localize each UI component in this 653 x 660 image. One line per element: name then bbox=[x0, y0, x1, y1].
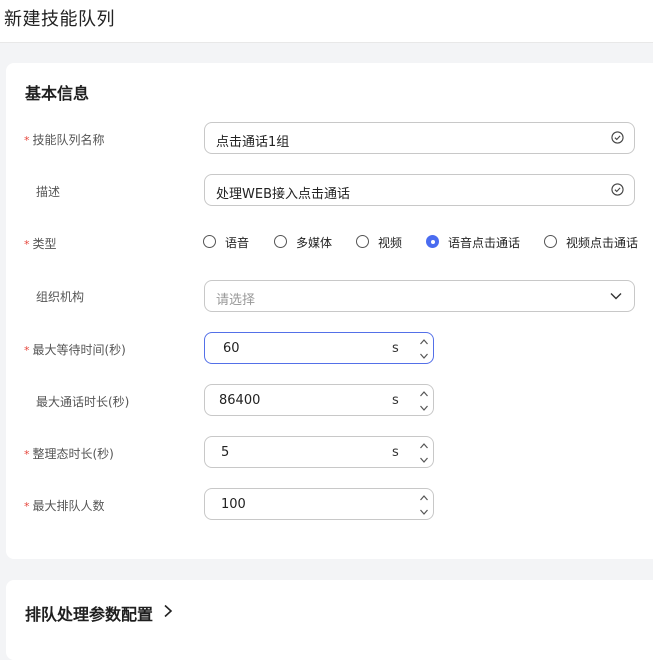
queue-config-title[interactable]: 排队处理参数配置 bbox=[25, 601, 153, 625]
caret-down-icon[interactable] bbox=[418, 402, 430, 414]
description-input[interactable]: 处理WEB接入点击通话 bbox=[204, 174, 635, 206]
chevron-right-icon[interactable] bbox=[162, 604, 174, 618]
org-label: 组织机构 bbox=[36, 290, 85, 304]
max-wait-unit: s bbox=[392, 341, 399, 356]
radio-circle bbox=[356, 235, 369, 248]
description-value: 处理WEB接入点击通话 bbox=[216, 187, 350, 202]
queue-name-label: * 技能队列名称 bbox=[24, 133, 105, 147]
wrapup-value: 5 bbox=[221, 445, 230, 460]
max-wait-input[interactable]: 60 s bbox=[204, 332, 434, 364]
basic-info-title: 基本信息 bbox=[25, 84, 90, 103]
required-marker: * bbox=[24, 344, 30, 357]
caret-down-icon[interactable] bbox=[418, 506, 430, 518]
chevron-down-icon bbox=[610, 293, 622, 300]
caret-up-icon[interactable] bbox=[418, 440, 430, 452]
max-wait-stepper bbox=[418, 335, 430, 363]
check-circle-icon bbox=[611, 183, 624, 196]
required-marker: * bbox=[24, 448, 30, 461]
radio-circle bbox=[544, 235, 557, 248]
radio-circle bbox=[274, 235, 287, 248]
org-select[interactable]: 请选择 bbox=[204, 280, 635, 312]
caret-down-icon[interactable] bbox=[418, 454, 430, 466]
queue-name-input[interactable]: 点击通话1组 bbox=[204, 122, 635, 154]
check-circle-icon bbox=[611, 131, 624, 144]
wrapup-unit: s bbox=[392, 445, 399, 460]
max-wait-label: * 最大等待时间(秒) bbox=[24, 343, 126, 357]
wrapup-stepper bbox=[418, 439, 430, 467]
radio-circle-selected bbox=[426, 235, 439, 248]
max-call-unit: s bbox=[392, 393, 399, 408]
caret-up-icon[interactable] bbox=[418, 492, 430, 504]
max-call-value: 86400 bbox=[219, 393, 261, 408]
org-placeholder: 请选择 bbox=[216, 293, 256, 308]
queue-name-value: 点击通话1组 bbox=[216, 135, 290, 150]
page-title: 新建技能队列 bbox=[4, 9, 115, 30]
max-queue-stepper bbox=[418, 491, 430, 519]
wrapup-label: * 整理态时长(秒) bbox=[24, 447, 114, 461]
description-label: 描述 bbox=[36, 185, 61, 199]
wrapup-input[interactable]: 5 s bbox=[204, 436, 434, 468]
required-marker: * bbox=[24, 238, 30, 251]
max-wait-value: 60 bbox=[223, 341, 240, 356]
caret-up-icon[interactable] bbox=[418, 388, 430, 400]
caret-up-icon[interactable] bbox=[418, 336, 430, 348]
required-marker: * bbox=[24, 134, 30, 147]
max-call-input[interactable]: 86400 s bbox=[204, 384, 434, 416]
page-header: 新建技能队列 bbox=[0, 0, 653, 43]
max-queue-value: 100 bbox=[221, 497, 246, 512]
required-marker: * bbox=[24, 500, 30, 513]
max-queue-label: * 最大排队人数 bbox=[24, 499, 105, 513]
caret-down-icon[interactable] bbox=[418, 350, 430, 362]
radio-circle bbox=[203, 235, 216, 248]
type-label: * 类型 bbox=[24, 237, 57, 251]
max-call-label: 最大通话时长(秒) bbox=[36, 395, 130, 409]
max-call-stepper bbox=[418, 387, 430, 415]
max-queue-input[interactable]: 100 bbox=[204, 488, 434, 520]
